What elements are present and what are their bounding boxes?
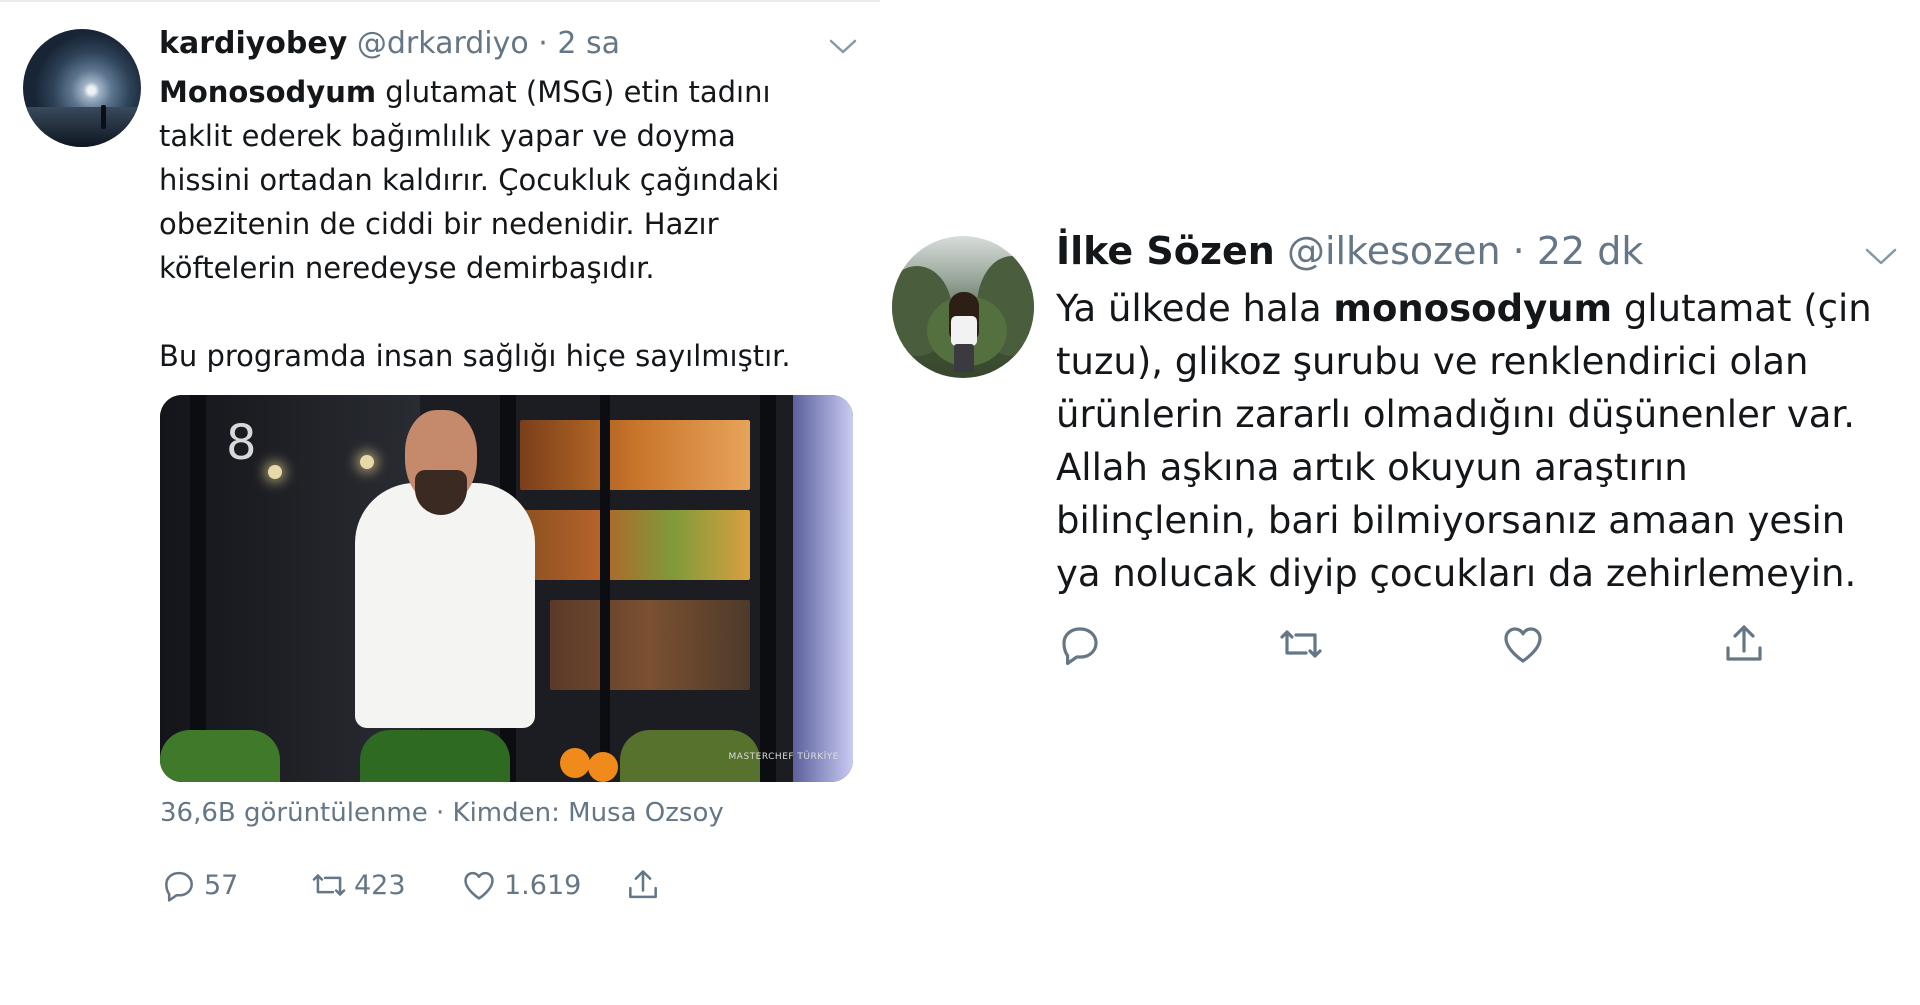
like-button[interactable] [1499,620,1547,668]
text-line: köftelerin neredeyse demirbaşıdır. [159,251,655,285]
text-line: obezitenin de ciddi bir nedenidir. Hazır [159,207,719,241]
reply-button[interactable] [1056,620,1104,668]
text-line: ürünlerin zararlı olmadığını düşünenler … [1056,393,1855,436]
reply-icon [1062,627,1098,665]
retweet-button[interactable] [1277,620,1325,668]
tweet-actions [1056,620,1856,670]
tweet-text: Monosodyum glutamat (MSG) etin tadını ta… [159,70,859,378]
bold-word: Monosodyum [159,75,377,109]
tweet-header: kardiyobey @drkardiyo · 2 sa [159,26,620,61]
text-line: bilinçlenin, bari bilmiyorsanız amaan ye… [1056,499,1846,542]
reply-icon [165,871,193,902]
tweet-actions: 57 423 1.619 [160,866,800,906]
bold-word: monosodyum [1333,287,1613,330]
text-line: hissini ortadan kaldırır. Çocukluk çağın… [159,163,780,197]
text-line: glutamat (MSG) etin tadını [376,75,771,109]
like-count: 1.619 [504,869,582,901]
tweet-header: İlke Sözen @ilkesozen · 22 dk [1056,229,1643,273]
text-line: tuzu), glikoz şurubu ve renklendirici ol… [1056,340,1809,383]
tweet-text: Ya ülkede hala monosodyum glutamat (çin … [1056,282,1906,600]
author-name[interactable]: kardiyobey [159,26,347,61]
like-icon [1504,627,1542,663]
author-handle[interactable]: @drkardiyo [357,26,529,61]
retweet-count: 423 [354,869,406,901]
avatar[interactable] [23,29,141,147]
retweet-button[interactable]: 423 [310,866,406,904]
avatar[interactable] [892,236,1034,378]
video-thumbnail[interactable]: 8 MASTERCHEF TÜRKİYE [160,395,853,782]
like-icon [464,871,494,900]
share-button[interactable] [1720,620,1768,668]
overlay-number: 8 [226,415,257,471]
separator: · [1512,229,1525,273]
text-segment: Ya ülkede hala [1056,287,1334,330]
tweet-kardiyobey: kardiyobey @drkardiyo · 2 sa Monosodyum … [0,0,880,1005]
share-icon [629,870,657,899]
reply-count: 57 [204,869,239,901]
author-name[interactable]: İlke Sözen [1056,229,1275,273]
reply-button[interactable]: 57 [160,866,238,904]
share-icon [1726,625,1762,661]
text-line: Bu programda insan sağlığı hiçe sayılmış… [159,339,791,373]
timestamp[interactable]: 2 sa [557,26,620,61]
author-handle[interactable]: @ilkesozen [1287,229,1501,273]
separator: · [538,26,548,61]
chevron-down-icon[interactable] [1864,245,1898,267]
view-count: 36,6B görüntülenme · Kimden: Musa Ozsoy [160,798,724,828]
text-line: taklit ederek bağımlılık yapar ve doyma [159,119,736,153]
share-button[interactable] [624,866,662,904]
text-line: Allah aşkına artık okuyun araştırın [1056,446,1688,489]
chevron-down-icon[interactable] [828,36,858,56]
timestamp[interactable]: 22 dk [1537,229,1644,273]
text-segment: glutamat (çin [1612,287,1872,330]
retweet-icon [312,874,346,896]
media-watermark: MASTERCHEF TÜRKİYE [728,752,839,762]
text-line: ya nolucak diyip çocukları da zehirlemey… [1056,552,1857,595]
like-button[interactable]: 1.619 [460,866,581,904]
retweet-icon [1280,630,1322,658]
